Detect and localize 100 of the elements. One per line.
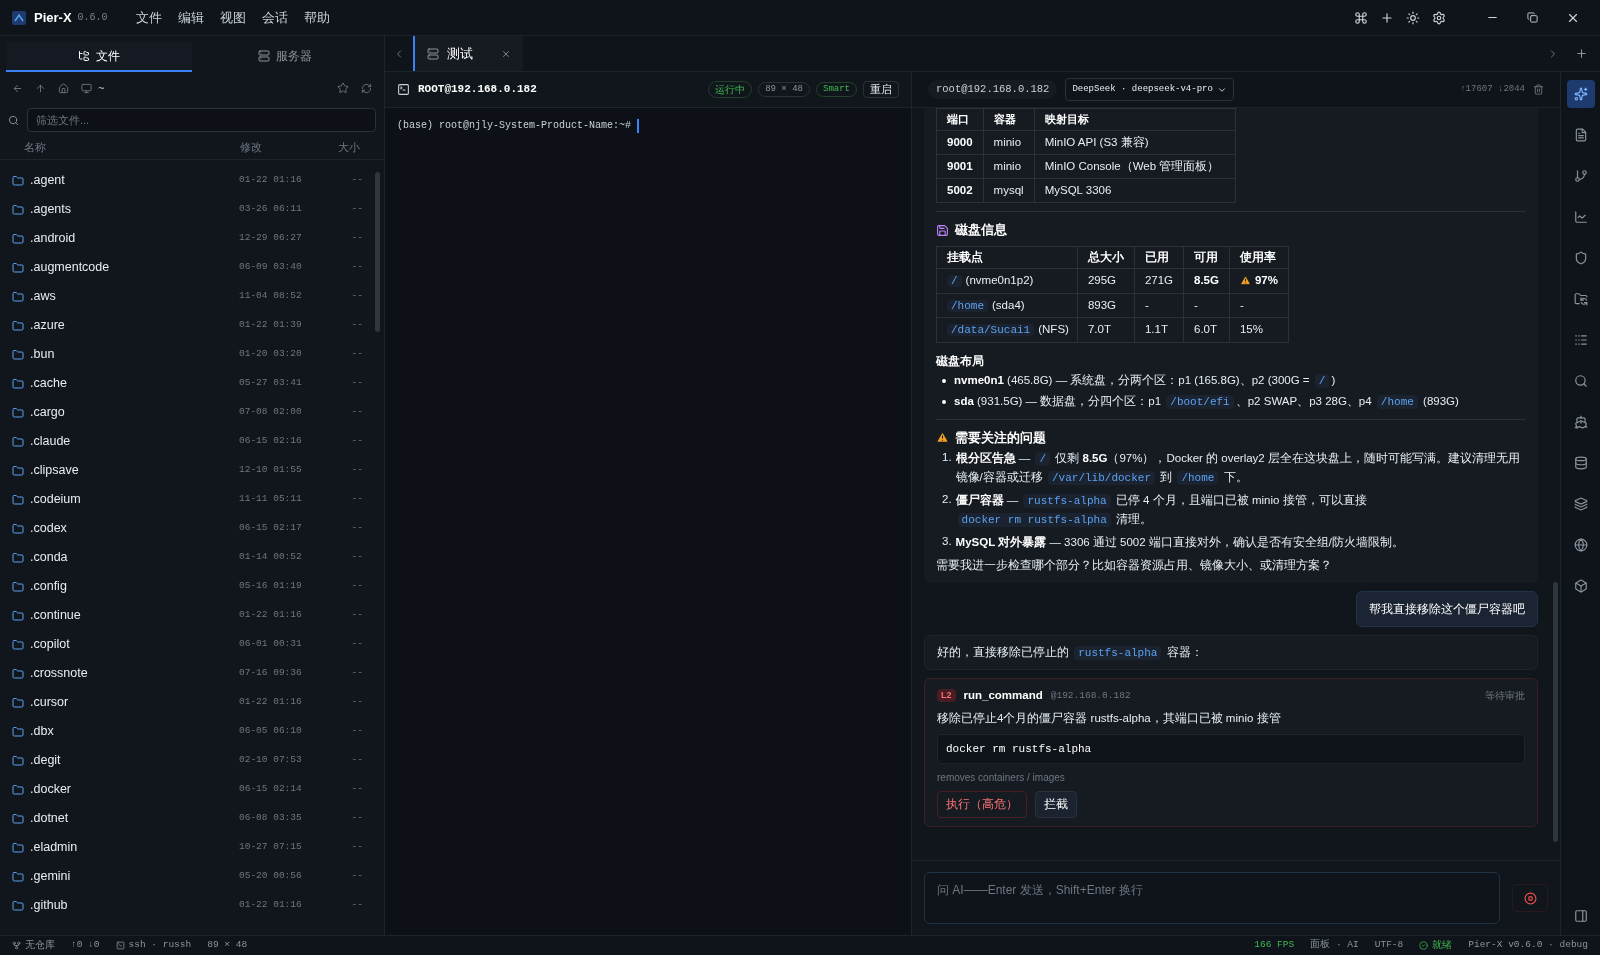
folder-icon — [12, 232, 24, 245]
file-row[interactable]: .dotnet 06-08 03:35 -- — [0, 804, 375, 833]
file-size: -- — [351, 347, 363, 362]
stop-button[interactable] — [1512, 884, 1548, 912]
file-row[interactable]: .claude 06-15 02:16 -- — [0, 427, 375, 456]
restore-icon[interactable] — [1527, 12, 1538, 23]
tool-status: 等待审批 — [1485, 689, 1525, 704]
scrollbar[interactable] — [375, 172, 380, 332]
file-row[interactable]: .cursor 01-22 01:16 -- — [0, 688, 375, 717]
plus-icon[interactable] — [1380, 10, 1394, 25]
inline-code: docker rm rustfs-alpha — [957, 513, 1111, 528]
terminal-icon — [115, 941, 125, 950]
file-row[interactable]: .augmentcode 06-09 03:40 -- — [0, 253, 375, 282]
table-cell: 893G — [1077, 293, 1135, 318]
file-row[interactable]: .codex 06-15 02:17 -- — [0, 514, 375, 543]
session-tab[interactable]: 测试 — [413, 36, 523, 71]
file-size: -- — [351, 637, 363, 652]
file-row[interactable]: .eladmin 10-27 07:15 -- — [0, 833, 375, 862]
trash-icon[interactable] — [1533, 84, 1544, 95]
file-name: .cursor — [30, 694, 70, 712]
file-row[interactable]: .degit 02-10 07:53 -- — [0, 746, 375, 775]
file-name: .config — [30, 578, 68, 596]
file-row[interactable]: .continue 01-22 01:16 -- — [0, 601, 375, 630]
stop-icon — [1523, 891, 1537, 905]
file-row[interactable]: .dbx 06-05 06:10 -- — [0, 717, 375, 746]
folder-icon — [12, 348, 24, 361]
scrollbar[interactable] — [1552, 582, 1558, 842]
refresh-icon[interactable] — [361, 82, 372, 94]
home-icon[interactable] — [58, 82, 69, 94]
file-name: .cache — [30, 375, 68, 393]
sidebar-tab[interactable]: 服务器 — [192, 42, 378, 72]
menu-item[interactable]: 编辑 — [177, 7, 204, 28]
modified-date: 01-22 01:16 — [239, 608, 303, 623]
file-row[interactable]: .gemini 05-20 00:56 -- — [0, 862, 375, 891]
terminal-prompt: (base) root@njly-System-Product-Name:~# — [397, 119, 632, 133]
folder-icon — [12, 435, 24, 448]
chat-input[interactable]: 问 AI——Enter 发送，Shift+Enter 换行 — [924, 872, 1500, 924]
file-row[interactable]: .codeium 11-11 05:11 -- — [0, 485, 375, 514]
file-name: .dotnet — [30, 810, 70, 828]
list-item: MySQL 对外暴露 — 3306 通过 5002 端口直接对外，确认是否有安全组/防火墙限制。 — [955, 535, 1405, 551]
file-size: -- — [351, 434, 363, 449]
file-name: .clipsave — [30, 462, 80, 480]
folder-icon — [12, 522, 24, 535]
table-cell: MinIO API (S3 兼容) — [1034, 130, 1236, 155]
menu-item[interactable]: 文件 — [135, 7, 162, 28]
file-row[interactable]: .conda 01-14 00:52 -- — [0, 543, 375, 572]
user-message: 帮我直接移除这个僵尸容器吧 — [1356, 590, 1538, 627]
inline-code: rustfs-alpha — [1074, 645, 1162, 660]
file-row[interactable]: .crossnote 07-16 09:36 -- — [0, 659, 375, 688]
file-row[interactable]: .docker 06-15 02:14 -- — [0, 775, 375, 804]
panel-toggle-icon[interactable] — [1573, 909, 1588, 923]
table-cell: MinIO Console（Web 管理面板） — [1034, 154, 1236, 179]
file-row[interactable]: .github 01-22 01:16 -- — [0, 891, 375, 920]
file-row[interactable]: .cache 05-27 03:41 -- — [0, 369, 375, 398]
table-cell: 9001 — [936, 154, 984, 179]
restart-button[interactable]: 重启 — [863, 80, 899, 99]
file-row[interactable]: .cargo 07-08 02:00 -- — [0, 398, 375, 427]
sun-icon[interactable] — [1406, 10, 1420, 25]
file-row[interactable]: .agent 01-22 01:16 -- — [0, 166, 375, 195]
sparkles-icon[interactable] — [1566, 80, 1595, 108]
table-cell: 7.0T — [1077, 317, 1135, 342]
server-icon — [258, 50, 270, 62]
model-dropdown[interactable]: DeepSeek · deepseek-v4-pro — [1065, 77, 1234, 102]
table-cell: / (nvme0n1p2) — [936, 268, 1078, 293]
file-row[interactable]: .android 12-29 06:27 -- — [0, 224, 375, 253]
up-icon[interactable] — [35, 82, 46, 94]
file-row[interactable]: .agents 03-26 06:11 -- — [0, 195, 375, 224]
file-row[interactable]: .azure 01-22 01:39 -- — [0, 311, 375, 340]
sidebar-tab[interactable]: 文件 — [6, 42, 192, 72]
filter-field[interactable]: 筛选文件... — [27, 108, 376, 132]
inline-code: / — [947, 275, 962, 287]
folder-icon — [12, 377, 24, 390]
modified-date: 07-08 02:00 — [239, 405, 303, 420]
new-tab-icon[interactable] — [1575, 47, 1588, 60]
star-icon[interactable] — [337, 82, 349, 94]
repo-status: 无仓库 — [25, 938, 55, 953]
menu-item[interactable]: 会话 — [261, 7, 288, 28]
monitor-icon[interactable] — [81, 82, 92, 94]
table-cell: 271G — [1134, 268, 1184, 293]
back-icon[interactable] — [12, 82, 23, 94]
file-row[interactable]: .copilot 06-01 00:31 -- — [0, 630, 375, 659]
terminal-cursor — [637, 118, 640, 133]
tool-host: @192.168.0.182 — [1050, 688, 1131, 703]
table-cell: 9000 — [936, 130, 984, 155]
file-name: .degit — [30, 752, 62, 770]
menu-item[interactable]: 帮助 — [303, 7, 330, 28]
file-row[interactable]: .bun 01-20 03:20 -- — [0, 340, 375, 369]
file-name: .docker — [30, 781, 72, 799]
menu-item[interactable]: 视图 — [219, 7, 246, 28]
command-icon[interactable] — [1354, 10, 1368, 25]
file-row[interactable]: .config 05-16 01:19 -- — [0, 572, 375, 601]
file-row[interactable]: .clipsave 12-10 01:55 -- — [0, 456, 375, 485]
server-icon — [427, 47, 439, 60]
file-row[interactable]: .aws 11-04 08:52 -- — [0, 282, 375, 311]
level-badge: L2 — [937, 688, 956, 703]
action-button[interactable]: 拦截 — [1035, 791, 1077, 819]
app-name: Pier-X — [34, 8, 72, 27]
action-button[interactable]: 执行（高危） — [937, 791, 1027, 819]
file-name: .android — [30, 230, 77, 248]
settings-icon[interactable] — [1432, 10, 1446, 25]
